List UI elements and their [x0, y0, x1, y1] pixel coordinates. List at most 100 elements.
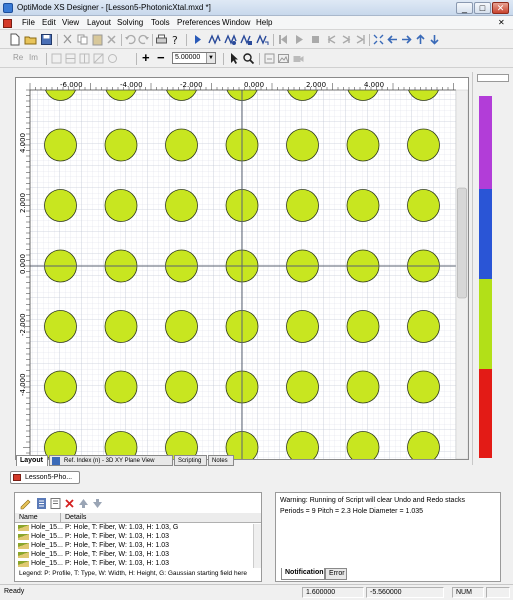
camera-icon[interactable]: [292, 52, 305, 65]
copy-icon[interactable]: [76, 33, 89, 46]
hole-shape[interactable]: [165, 189, 198, 222]
hole-shape[interactable]: [104, 310, 138, 343]
layout-canvas[interactable]: -6.000 -4.000 -2.000 0.000 2.000 4.000 4…: [15, 77, 469, 460]
menu-layout[interactable]: Layout: [87, 18, 111, 27]
column-header-name[interactable]: Name: [19, 514, 38, 521]
view-mode-4-icon[interactable]: [92, 52, 105, 65]
move-up-icon[interactable]: [77, 497, 90, 510]
chevron-down-icon[interactable]: ▼: [206, 53, 215, 63]
list-item[interactable]: Hole_15... P: Hole, T: Fiber, W: 1.03, H…: [15, 524, 253, 533]
menu-solving[interactable]: Solving: [117, 18, 143, 27]
hole-shape[interactable]: [346, 310, 380, 343]
pointer-icon[interactable]: [228, 52, 241, 65]
view-mode-3-icon[interactable]: [78, 52, 91, 65]
maximize-button[interactable]: □: [474, 2, 491, 14]
hole-shape[interactable]: [407, 189, 440, 222]
tab-scripting[interactable]: Scripting: [174, 455, 207, 466]
menu-help[interactable]: Help: [256, 18, 272, 27]
hole-shape[interactable]: [286, 128, 319, 162]
tab-ref-index[interactable]: Ref. Index (n) - 3D XY Plane View: [49, 455, 173, 466]
view-mode-2-icon[interactable]: [64, 52, 77, 65]
view-mode-1-icon[interactable]: [50, 52, 63, 65]
hole-shape[interactable]: [104, 189, 138, 222]
step-forward-icon[interactable]: [340, 33, 353, 46]
minimize-button[interactable]: _: [456, 2, 473, 14]
menu-file[interactable]: File: [22, 18, 35, 27]
move-down-icon[interactable]: [91, 497, 104, 510]
step-first-icon[interactable]: [277, 33, 290, 46]
list-item[interactable]: Hole_15... P: Hole, T: Fiber, W: 1.03, H…: [15, 542, 253, 551]
export-icon[interactable]: [263, 52, 276, 65]
arrow-right-icon[interactable]: [400, 33, 413, 46]
hole-shape[interactable]: [165, 128, 198, 162]
hole-shape[interactable]: [44, 128, 77, 162]
menu-tools[interactable]: Tools: [151, 18, 170, 27]
step-end-icon[interactable]: [354, 33, 367, 46]
new-file-icon[interactable]: [8, 33, 21, 46]
tab-error[interactable]: Error: [325, 568, 347, 580]
paste-icon[interactable]: [91, 33, 104, 46]
hole-shape[interactable]: [44, 370, 77, 404]
solve-icon[interactable]: [208, 33, 221, 46]
list-item[interactable]: Hole_15... P: Hole, T: Fiber, W: 1.03, H…: [15, 551, 253, 560]
open-folder-icon[interactable]: [24, 33, 37, 46]
delete-icon[interactable]: [105, 33, 118, 46]
undo-icon[interactable]: [124, 33, 137, 46]
menu-window[interactable]: Window: [222, 18, 250, 27]
play-icon[interactable]: [293, 33, 306, 46]
zoom-in-button[interactable]: +: [142, 51, 150, 64]
column-header-details[interactable]: Details: [65, 514, 86, 521]
hole-shape[interactable]: [104, 128, 138, 162]
solve-scan-icon[interactable]: [256, 33, 269, 46]
image-icon[interactable]: [277, 52, 290, 65]
view-mode-5-icon[interactable]: [106, 52, 119, 65]
menu-preferences[interactable]: Preferences: [177, 18, 220, 27]
arrow-up-icon[interactable]: [414, 33, 427, 46]
hole-shape[interactable]: [44, 310, 77, 343]
hole-shape[interactable]: [165, 310, 198, 343]
delete-icon[interactable]: [63, 497, 76, 510]
hole-shape[interactable]: [346, 431, 380, 460]
hole-shape[interactable]: [286, 431, 319, 460]
properties-icon[interactable]: [49, 497, 62, 510]
pencil-icon[interactable]: [19, 497, 32, 510]
document-tab[interactable]: Lesson5-Pho...: [10, 471, 80, 484]
hole-shape[interactable]: [346, 370, 380, 404]
tab-notification[interactable]: Notification: [281, 568, 325, 580]
menu-edit[interactable]: Edit: [42, 18, 56, 27]
layout-canvas-svg[interactable]: -6.000 -4.000 -2.000 0.000 2.000 4.000 4…: [16, 78, 468, 459]
im-button[interactable]: Im: [29, 53, 38, 62]
hole-shape[interactable]: [407, 370, 440, 404]
run-icon[interactable]: [191, 33, 204, 46]
zoom-out-button[interactable]: −: [157, 51, 165, 64]
stop-icon[interactable]: [309, 33, 322, 46]
step-back-icon[interactable]: [325, 33, 338, 46]
hole-shape[interactable]: [286, 189, 319, 222]
help-icon[interactable]: ?: [169, 33, 182, 46]
solve-all-icon[interactable]: [224, 33, 237, 46]
list-icon[interactable]: [35, 497, 48, 510]
menu-view[interactable]: View: [62, 18, 79, 27]
document-icon[interactable]: [3, 19, 12, 28]
save-icon[interactable]: [40, 33, 53, 46]
solve-modes-icon[interactable]: [240, 33, 253, 46]
list-item[interactable]: Hole_15... P: Hole, T: Fiber, W: 1.03, H…: [15, 533, 253, 542]
hole-shape[interactable]: [165, 370, 198, 404]
tab-layout[interactable]: Layout: [16, 455, 48, 466]
re-button[interactable]: Re: [13, 53, 23, 62]
hole-shape[interactable]: [104, 370, 138, 404]
hole-shape[interactable]: [407, 310, 440, 343]
hole-shape[interactable]: [44, 189, 77, 222]
close-button[interactable]: ✕: [492, 2, 509, 14]
arrow-down-icon[interactable]: [428, 33, 441, 46]
print-icon[interactable]: [155, 33, 168, 46]
zoom-level-select[interactable]: 5.00000 ▼: [172, 52, 216, 64]
hole-shape[interactable]: [346, 189, 380, 222]
redo-icon[interactable]: [137, 33, 150, 46]
hole-shape[interactable]: [407, 431, 440, 460]
expand-icon[interactable]: [372, 33, 385, 46]
hole-shape[interactable]: [346, 128, 380, 162]
list-scrollbar[interactable]: [253, 524, 261, 568]
list-item[interactable]: Hole_15... P: Hole, T: Fiber, W: 1.03, H…: [15, 560, 253, 569]
mdi-close-icon[interactable]: ✕: [498, 18, 505, 27]
